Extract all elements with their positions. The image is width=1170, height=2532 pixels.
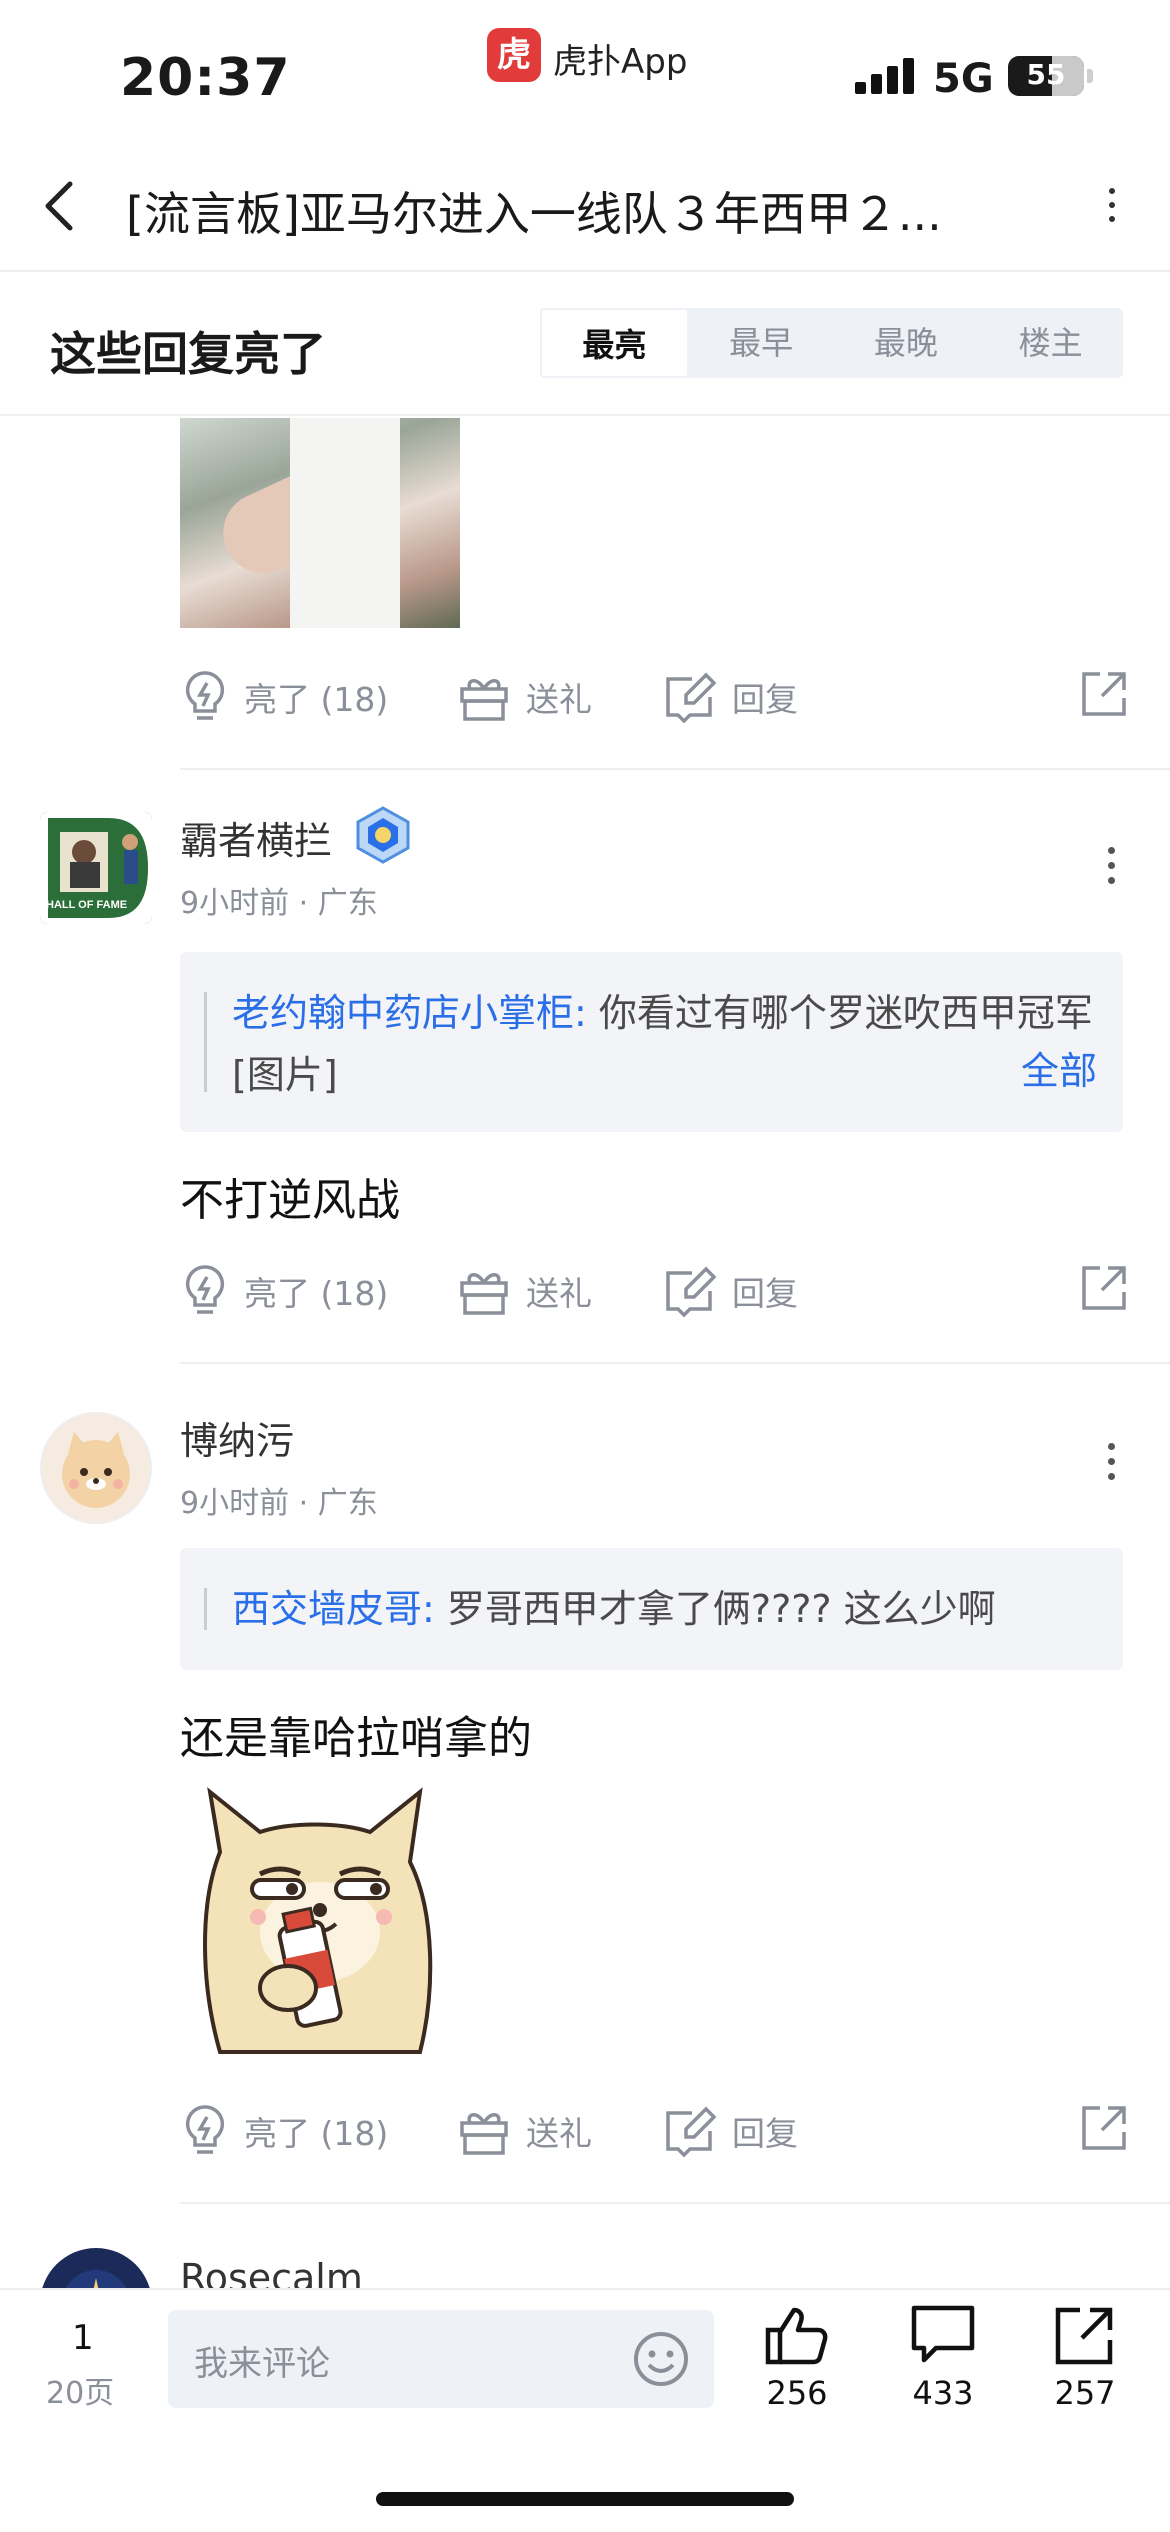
- like-button[interactable]: 256: [752, 2304, 842, 2412]
- light-button[interactable]: 亮了 (18): [180, 662, 388, 732]
- signal-icon: [855, 58, 915, 94]
- reply-text: 还是靠哈拉哨拿的: [180, 1713, 532, 1764]
- gift-button[interactable]: 送礼: [456, 2096, 592, 2166]
- more-options-icon[interactable]: [1104, 1440, 1118, 1490]
- share-button[interactable]: 257: [1040, 2304, 1130, 2412]
- quoted-reply[interactable]: 西交墙皮哥: 罗哥西甲才拿了俩???? 这么少啊: [180, 1548, 1123, 1670]
- gift-icon: [460, 1273, 508, 1315]
- tab-latest[interactable]: 最晚: [834, 308, 979, 378]
- edit-icon: [666, 2106, 717, 2157]
- reply-button[interactable]: 回复: [662, 2096, 798, 2166]
- highlight-label: 这些回复亮了: [50, 327, 326, 381]
- lightbulb-icon: [185, 2105, 225, 2154]
- post-actions: 亮了 (18) 送礼 回复: [180, 1256, 1130, 1326]
- badge-icon: [354, 806, 412, 864]
- post-actions: 亮了 (18) 送礼 回复: [180, 662, 1130, 732]
- edit-icon: [666, 1266, 717, 1317]
- expand-all-link[interactable]: 全部: [1021, 1040, 1097, 1102]
- gift-button[interactable]: 送礼: [456, 1256, 592, 1326]
- more-options-icon[interactable]: [1104, 844, 1118, 894]
- quoted-username[interactable]: 西交墙皮哥:: [232, 1587, 435, 1631]
- post-actions: 亮了 (18) 送礼 回复: [180, 2096, 1130, 2166]
- emoji-icon[interactable]: [632, 2330, 690, 2392]
- username[interactable]: 博纳污: [180, 1410, 294, 1465]
- comment-input[interactable]: 我来评论: [168, 2310, 714, 2408]
- more-icon[interactable]: [1100, 184, 1124, 230]
- avatar[interactable]: [40, 1412, 152, 1524]
- app-name: 虎扑App: [553, 42, 688, 82]
- sticker-image[interactable]: [180, 1782, 460, 2058]
- share-icon[interactable]: [1078, 2102, 1130, 2158]
- divider: [180, 2202, 1170, 2204]
- status-time: 20:37: [120, 48, 291, 108]
- light-button[interactable]: 亮了 (18): [180, 1256, 388, 1326]
- thumbs-up-icon: [765, 2307, 828, 2365]
- app-logo-icon: 虎: [487, 28, 541, 82]
- reply-button[interactable]: 回复: [662, 662, 798, 732]
- avatar[interactable]: [40, 2248, 152, 2288]
- highlight-header: 这些回复亮了 最亮 最早 最晚 楼主: [0, 274, 1170, 416]
- battery-icon: 55: [1008, 56, 1084, 96]
- post-image[interactable]: [180, 418, 460, 628]
- status-bar: 20:37 虎 虎扑App 5G 55: [0, 0, 1170, 140]
- divider: [180, 768, 1170, 770]
- quoted-text: 罗哥西甲才拿了俩???? 这么少啊: [446, 1587, 996, 1631]
- gift-icon: [460, 679, 508, 721]
- username[interactable]: Rosecalm: [180, 2256, 363, 2288]
- username[interactable]: 霸者横拦: [180, 810, 332, 865]
- sort-tabs: 最亮 最早 最晚 楼主: [540, 308, 1123, 378]
- edit-icon: [666, 672, 717, 723]
- share-count: 257: [1054, 2374, 1116, 2412]
- nav-bar: [流言板]亚马尔进入一线队３年西甲２...: [0, 140, 1170, 272]
- reply-list: 亮了 (18) 送礼 回复 HALL OF FAME 霸者横拦 9小时前 · 广…: [0, 418, 1170, 2288]
- share-icon[interactable]: [1078, 668, 1130, 724]
- tab-op-only[interactable]: 楼主: [978, 308, 1123, 378]
- avatar[interactable]: HALL OF FAME: [40, 812, 152, 924]
- like-count: 256: [766, 2374, 828, 2412]
- home-indicator[interactable]: [376, 2492, 794, 2506]
- network-type: 5G: [933, 56, 994, 102]
- comment-placeholder: 我来评论: [194, 2344, 330, 2384]
- comment-icon: [911, 2305, 975, 2363]
- share-icon[interactable]: [1078, 1262, 1130, 1318]
- svg-text:HALL OF FAME: HALL OF FAME: [46, 899, 127, 911]
- page-title: [流言板]亚马尔进入一线队３年西甲２...: [126, 187, 942, 241]
- tab-earliest[interactable]: 最早: [689, 308, 834, 378]
- post-meta: 9小时前 · 广东: [180, 886, 378, 921]
- gift-icon: [460, 2113, 508, 2155]
- reply-text: 不打逆风战: [180, 1175, 400, 1226]
- reply-button[interactable]: 回复: [662, 1256, 798, 1326]
- comment-count: 433: [912, 2374, 974, 2412]
- back-icon[interactable]: [40, 178, 80, 234]
- divider: [180, 1362, 1170, 1364]
- battery-level: 55: [1026, 58, 1066, 91]
- tab-brightest[interactable]: 最亮: [540, 308, 689, 378]
- lightbulb-icon: [185, 1265, 225, 1314]
- page-total[interactable]: 20页: [46, 2368, 114, 2412]
- light-button[interactable]: 亮了 (18): [180, 2096, 388, 2166]
- quoted-reply[interactable]: 老约翰中药店小掌柜: 你看过有哪个罗迷吹西甲冠军[图片] 全部: [180, 952, 1123, 1132]
- gift-button[interactable]: 送礼: [456, 662, 592, 732]
- page-current[interactable]: 1: [72, 2318, 94, 2358]
- post-meta: 9小时前 · 广东: [180, 1486, 378, 1521]
- share-icon: [1055, 2307, 1113, 2365]
- lightbulb-icon: [185, 671, 225, 720]
- quoted-username[interactable]: 老约翰中药店小掌柜:: [232, 991, 587, 1035]
- comment-button[interactable]: 433: [898, 2304, 988, 2412]
